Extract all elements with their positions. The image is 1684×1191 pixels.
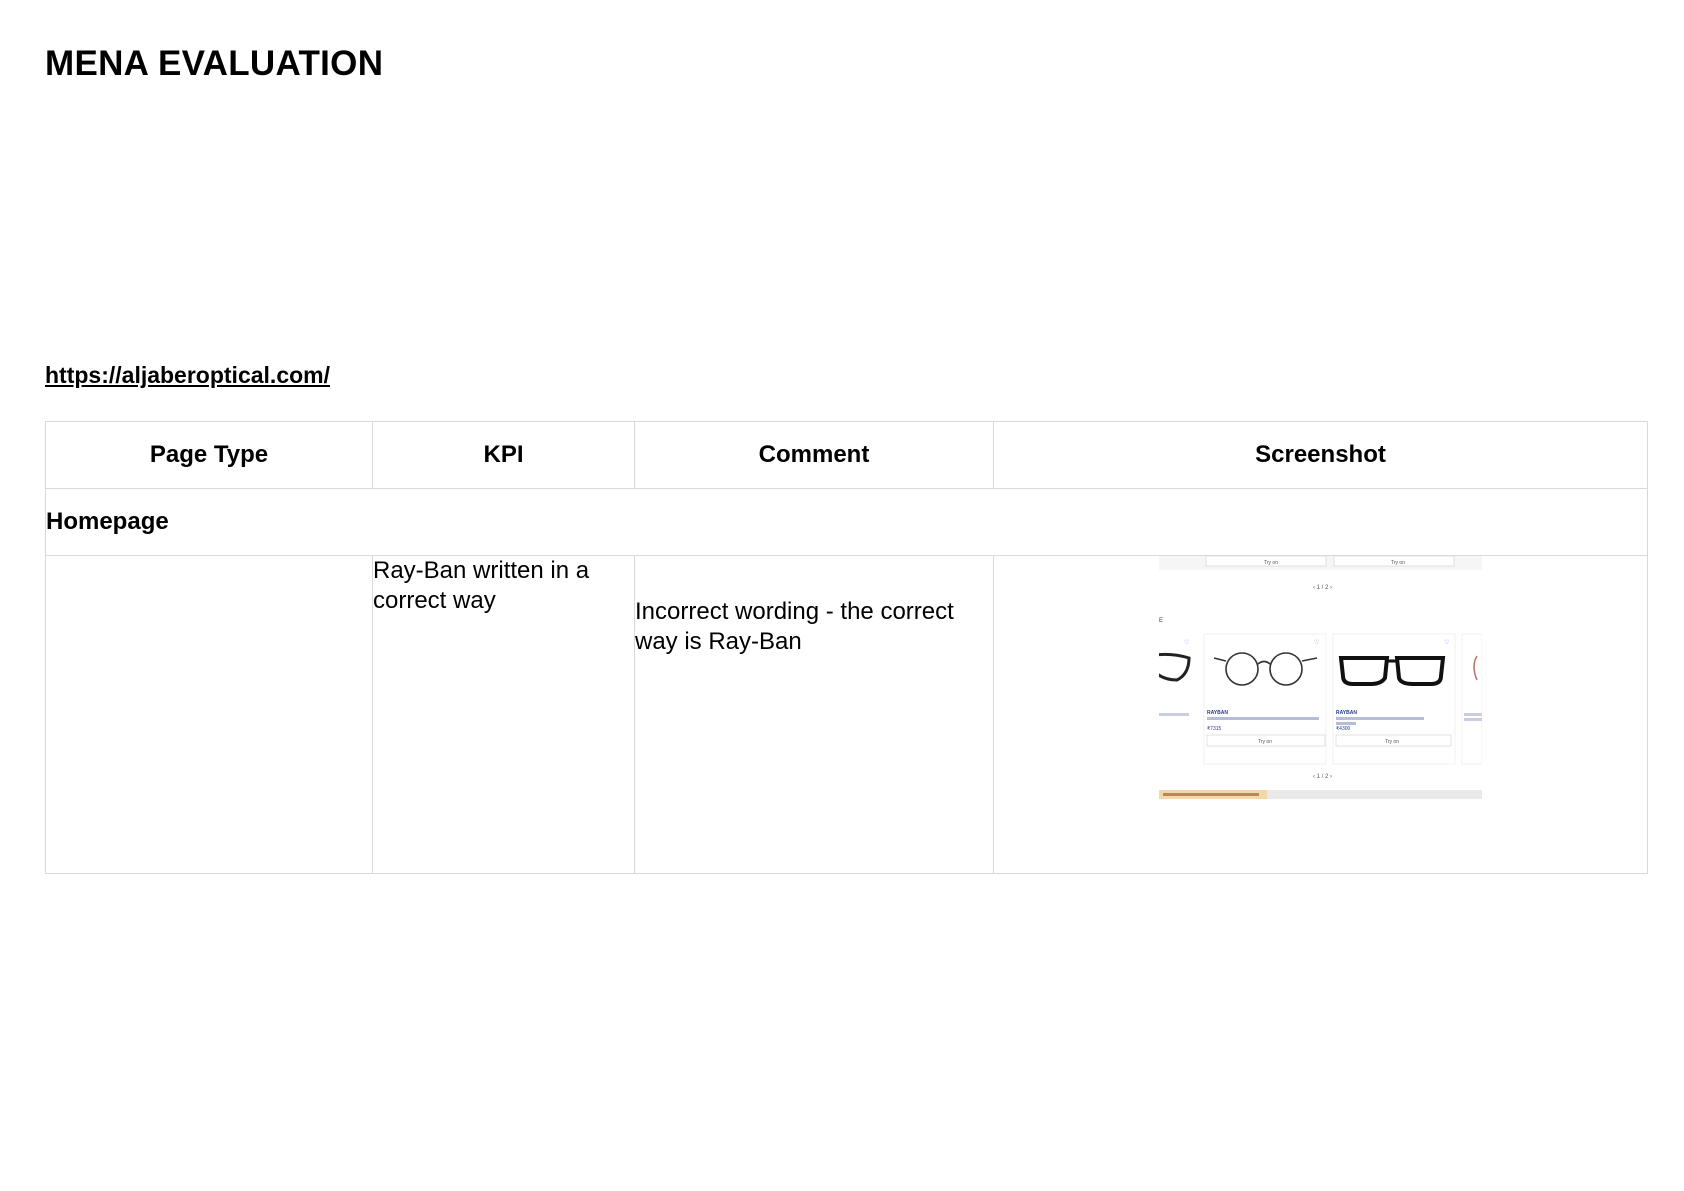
product-price-2: ₹4300: [1336, 726, 1351, 732]
svg-text:E: E: [1159, 618, 1163, 624]
button-label-top-1: Try on: [1264, 560, 1278, 566]
pager-top: ‹ 1 / 2 ›: [1313, 585, 1332, 591]
header-comment: Comment: [634, 421, 994, 489]
table-header-row: Page Type KPI Comment Screenshot: [45, 421, 1648, 489]
site-url-link[interactable]: https://aljaberoptical.com/: [45, 362, 330, 389]
product-brand-1: RAYBAN: [1207, 710, 1228, 716]
cell-page-type: [45, 555, 373, 874]
button-label-2: Try on: [1385, 739, 1399, 745]
header-kpi: KPI: [372, 421, 635, 489]
product-price-1: ₹7315: [1207, 726, 1222, 732]
page-title: MENA EVALUATION: [45, 44, 384, 83]
svg-text:♡: ♡: [1184, 639, 1189, 646]
cell-comment: Incorrect wording - the correct way is R…: [634, 555, 994, 874]
cell-screenshot: Try on Try on ‹ 1 / 2 › E ♡ ♡ ♡ RAYBAN ₹…: [993, 555, 1648, 874]
button-label-top-2: Try on: [1391, 560, 1405, 566]
header-screenshot: Screenshot: [993, 421, 1648, 489]
evaluation-table: Page Type KPI Comment Screenshot Homepag…: [45, 421, 1648, 874]
svg-text:♡: ♡: [1314, 639, 1319, 646]
product-brand-2: RAYBAN: [1336, 710, 1357, 716]
header-page-type: Page Type: [45, 421, 373, 489]
section-row: Homepage: [45, 488, 1648, 556]
button-label-1: Try on: [1258, 739, 1272, 745]
svg-text:♡: ♡: [1444, 639, 1449, 646]
table-row: Ray-Ban written in a correct way Incorre…: [45, 555, 1648, 874]
pager-bottom: ‹ 1 / 2 ›: [1313, 774, 1332, 780]
cell-kpi: Ray-Ban written in a correct way: [372, 555, 635, 874]
section-homepage: Homepage: [45, 488, 1648, 556]
screenshot-image: Try on Try on ‹ 1 / 2 › E ♡ ♡ ♡ RAYBAN ₹…: [1159, 556, 1482, 799]
